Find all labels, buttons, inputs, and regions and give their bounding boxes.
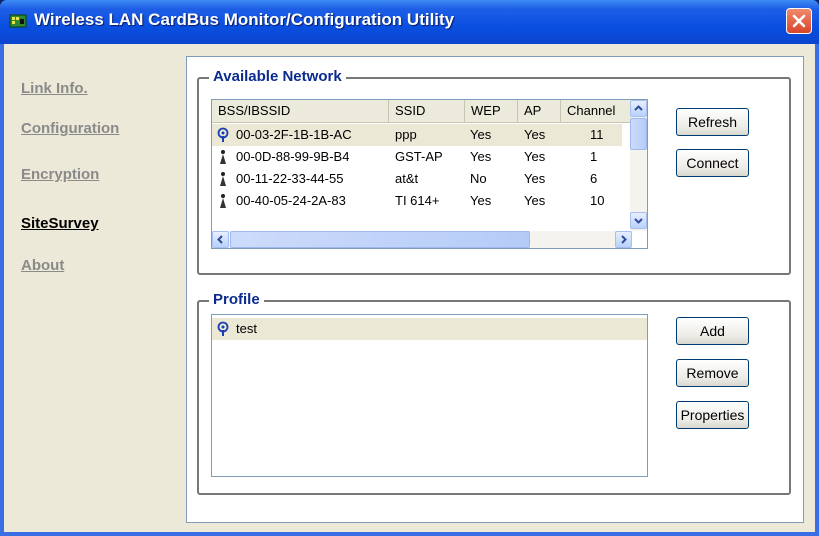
row-channel: 10	[590, 193, 605, 208]
access-point-icon	[217, 321, 229, 336]
chevron-down-icon	[634, 218, 643, 224]
client-area: Link Info. Configuration Encryption Site…	[4, 44, 815, 532]
vertical-scrollbar[interactable]	[630, 100, 647, 231]
nav-encryption[interactable]: Encryption	[21, 166, 99, 183]
nav-configuration[interactable]: Configuration	[21, 120, 119, 137]
chevron-right-icon	[621, 235, 627, 244]
row-bssid: 00-03-2F-1B-1B-AC	[236, 127, 352, 142]
row-channel: 6	[590, 171, 598, 186]
row-wep: Yes	[470, 149, 492, 164]
network-row[interactable]: 00-40-05-24-2A-83 TI 614+ Yes Yes 10	[212, 190, 622, 212]
row-ssid: TI 614+	[395, 193, 440, 208]
col-wep[interactable]: WEP	[465, 100, 518, 122]
chevron-left-icon	[217, 235, 223, 244]
profile-list[interactable]: test	[211, 314, 648, 477]
nav-link-info[interactable]: Link Info.	[21, 80, 88, 97]
close-icon	[792, 14, 806, 28]
add-profile-button[interactable]: Add	[676, 317, 749, 345]
scroll-up-button[interactable]	[630, 100, 647, 117]
network-row[interactable]: 00-03-2F-1B-1B-AC ppp Yes Yes 11	[212, 124, 622, 146]
row-bssid: 00-11-22-33-44-55	[236, 171, 344, 186]
scroll-down-button[interactable]	[630, 212, 647, 229]
close-button[interactable]	[786, 8, 812, 34]
col-ssid[interactable]: SSID	[389, 100, 465, 122]
nav-sitesurvey[interactable]: SiteSurvey	[21, 215, 99, 232]
available-network-group: Available Network BSS/IBSSID SSID WEP AP…	[197, 68, 791, 275]
nav-about[interactable]: About	[21, 257, 64, 274]
profile-properties-button[interactable]: Properties	[676, 401, 749, 429]
row-ap: Yes	[524, 171, 546, 186]
row-ssid: GST-AP	[395, 149, 443, 164]
row-ap: Yes	[524, 127, 546, 142]
vertical-scroll-thumb[interactable]	[630, 118, 647, 150]
row-ssid: ppp	[395, 127, 417, 142]
row-wep: Yes	[470, 193, 492, 208]
connect-button[interactable]: Connect	[676, 149, 749, 177]
utility-window: Wireless LAN CardBus Monitor/Configurati…	[0, 0, 819, 536]
row-bssid: 00-40-05-24-2A-83	[236, 193, 346, 208]
row-wep: No	[470, 171, 487, 186]
nav-menu: Link Info. Configuration Encryption Site…	[4, 44, 186, 532]
refresh-button[interactable]: Refresh	[676, 108, 749, 136]
profile-name: test	[236, 321, 257, 336]
scroll-right-button[interactable]	[615, 231, 632, 248]
col-channel[interactable]: Channel	[561, 100, 631, 122]
row-channel: 11	[590, 127, 604, 142]
available-network-title: Available Network	[209, 68, 346, 85]
signal-antenna-icon	[220, 194, 226, 208]
title-bar[interactable]: Wireless LAN CardBus Monitor/Configurati…	[0, 0, 819, 44]
profile-item[interactable]: test	[212, 318, 647, 340]
network-row[interactable]: 00-11-22-33-44-55 at&t No Yes 6	[212, 168, 622, 190]
chevron-up-icon	[634, 105, 643, 111]
app-card-icon	[9, 14, 27, 28]
row-ap: Yes	[524, 149, 546, 164]
col-ap[interactable]: AP	[518, 100, 561, 122]
remove-profile-button[interactable]: Remove	[676, 359, 749, 387]
network-list-header: BSS/IBSSID SSID WEP AP Channel	[212, 100, 647, 123]
row-channel: 1	[590, 149, 598, 164]
signal-antenna-icon	[220, 172, 226, 186]
scroll-left-button[interactable]	[212, 231, 229, 248]
network-row[interactable]: 00-0D-88-99-9B-B4 GST-AP Yes Yes 1	[212, 146, 622, 168]
col-bssid[interactable]: BSS/IBSSID	[212, 100, 389, 122]
profile-title: Profile	[209, 291, 264, 308]
signal-antenna-icon	[220, 150, 226, 164]
network-list[interactable]: BSS/IBSSID SSID WEP AP Channel 00-03-2F-…	[211, 99, 648, 249]
horizontal-scroll-thumb[interactable]	[230, 231, 530, 248]
row-ssid: at&t	[395, 171, 419, 186]
row-ap: Yes	[524, 193, 546, 208]
content-panel: Available Network BSS/IBSSID SSID WEP AP…	[186, 56, 804, 523]
profile-group: Profile test Add Remove Properties	[197, 291, 791, 495]
horizontal-scrollbar[interactable]	[212, 231, 632, 248]
row-wep: Yes	[470, 127, 492, 142]
access-point-icon	[217, 127, 229, 142]
row-bssid: 00-0D-88-99-9B-B4	[236, 149, 350, 164]
window-title: Wireless LAN CardBus Monitor/Configurati…	[34, 10, 455, 29]
